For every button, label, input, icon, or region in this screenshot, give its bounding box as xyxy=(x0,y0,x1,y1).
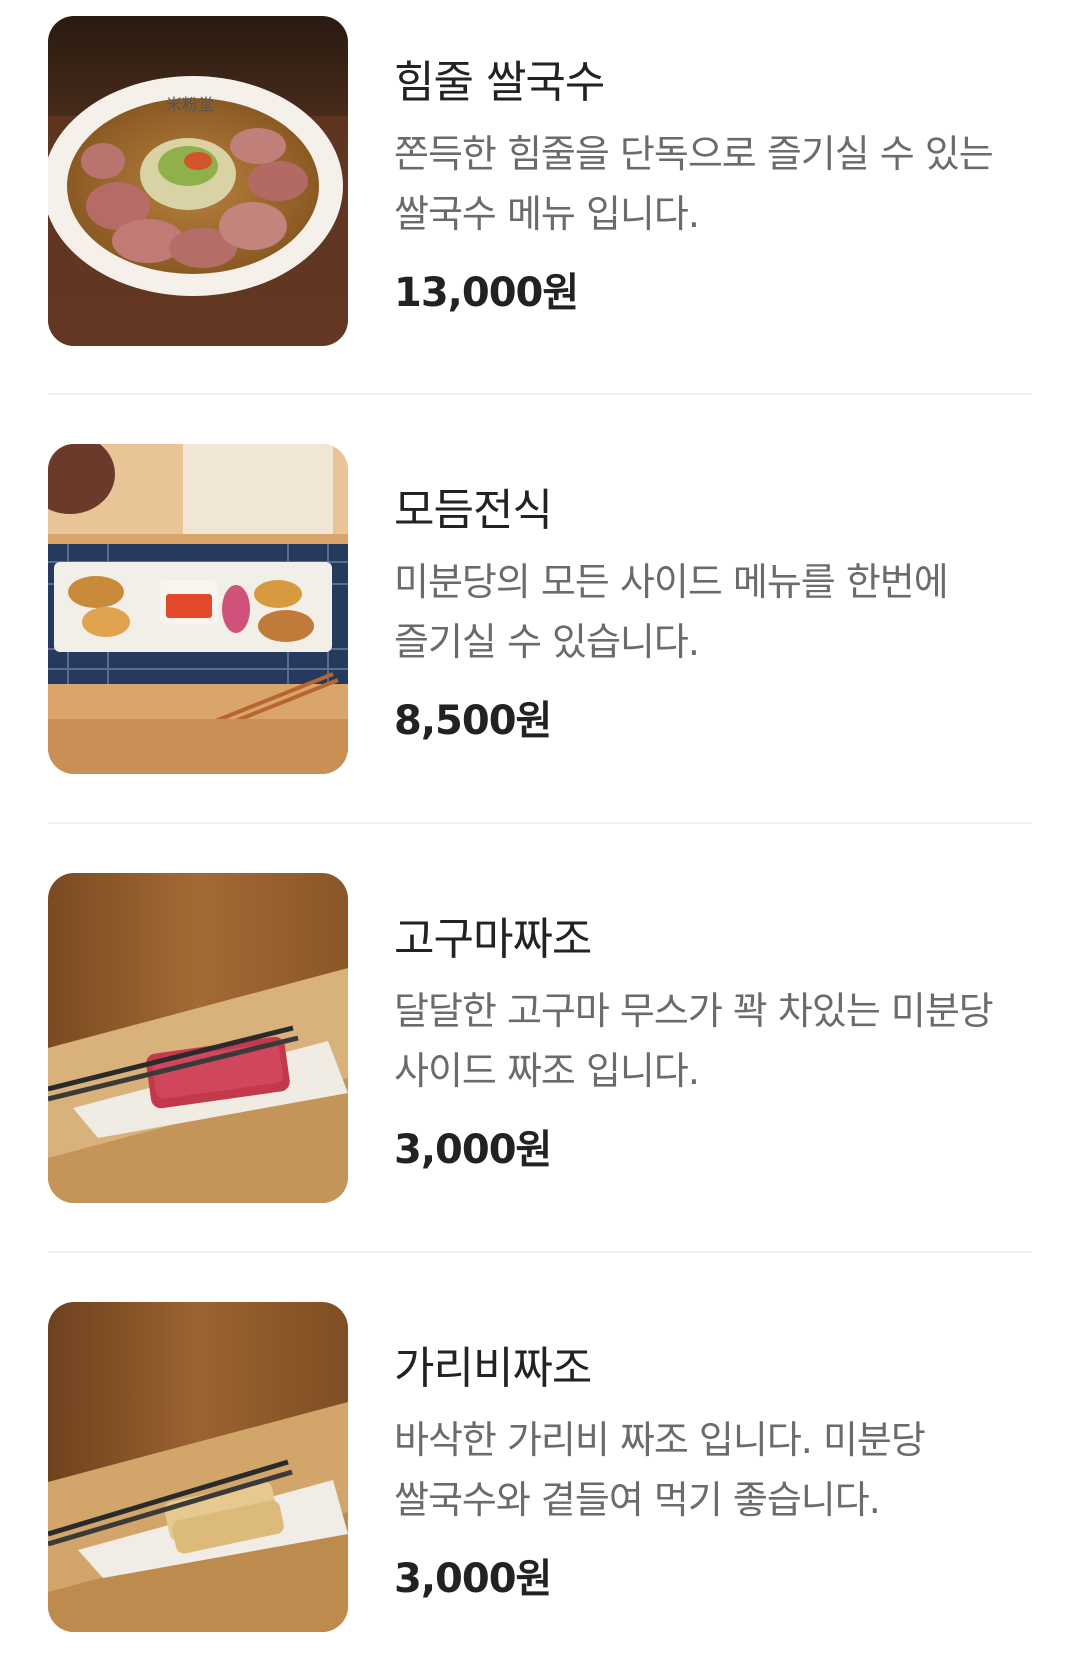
divider xyxy=(48,822,1032,824)
menu-item-sweet-potato-roll[interactable]: 고구마짜조 달달한 고구마 무스가 꽉 차있는 미분당 사이드 짜조 입니다. … xyxy=(48,873,1032,1203)
scallop-spring-roll-photo xyxy=(48,1302,348,1632)
menu-item-price: 8,500원 xyxy=(394,698,552,744)
menu-item-price: 3,000원 xyxy=(394,1127,552,1173)
menu-item-price: 13,000원 xyxy=(394,270,579,316)
menu-item-scallop-roll[interactable]: 가리비짜조 바삭한 가리비 짜조 입니다. 미분당 쌀국수와 곁들여 먹기 좋습… xyxy=(48,1302,1032,1632)
menu-item-name: 힘줄 쌀국수 xyxy=(394,57,605,108)
menu-item-description: 달달한 고구마 무스가 꽉 차있는 미분당 사이드 짜조 입니다. xyxy=(394,989,994,1093)
sweet-potato-spring-roll-photo xyxy=(48,873,348,1203)
menu-item-name: 고구마짜조 xyxy=(394,914,592,965)
menu-item-name: 모듬전식 xyxy=(394,485,553,536)
menu-item-description: 쫀득한 힘줄을 단독으로 즐기실 수 있는 쌀국수 메뉴 입니다. xyxy=(394,132,994,236)
pho-bowl-photo: 米粉堂 xyxy=(48,16,348,346)
divider xyxy=(48,393,1032,395)
menu-item-description: 바삭한 가리비 짜조 입니다. 미분당 쌀국수와 곁들여 먹기 좋습니다. xyxy=(394,1418,926,1522)
svg-text:米粉堂: 米粉堂 xyxy=(166,95,214,114)
menu-item-price: 3,000원 xyxy=(394,1556,552,1602)
divider xyxy=(48,1251,1032,1253)
menu-list: 米粉堂 힘줄 쌀국수 쫀득한 힘줄을 단독으로 즐기실 수 있는 쌀국수 메뉴 … xyxy=(0,0,1080,1656)
menu-item-side-platter[interactable]: 모듬전식 미분당의 모든 사이드 메뉴를 한번에 즐기실 수 있습니다. 8,5… xyxy=(48,444,1032,774)
menu-item-name: 가리비짜조 xyxy=(394,1343,592,1394)
menu-item-pho[interactable]: 米粉堂 힘줄 쌀국수 쫀득한 힘줄을 단독으로 즐기실 수 있는 쌀국수 메뉴 … xyxy=(48,16,1032,346)
side-platter-photo xyxy=(48,444,348,774)
menu-item-description: 미분당의 모든 사이드 메뉴를 한번에 즐기실 수 있습니다. xyxy=(394,560,949,664)
